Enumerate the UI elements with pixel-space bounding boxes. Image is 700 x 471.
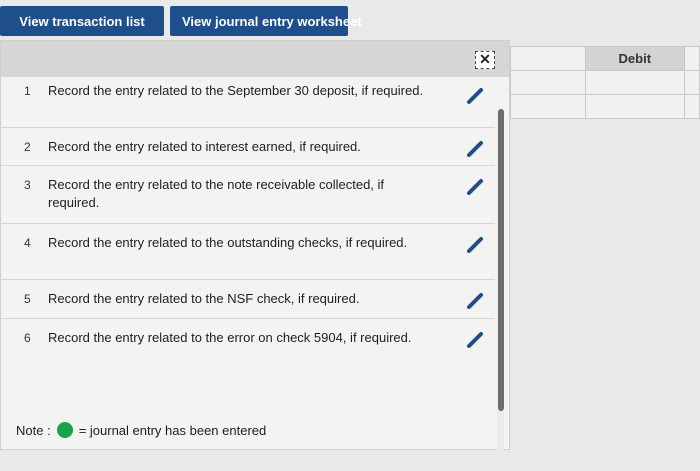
pencil-icon[interactable] bbox=[466, 138, 486, 158]
row-text: Record the entry related to the outstand… bbox=[48, 235, 408, 250]
row-number: 5 bbox=[24, 292, 31, 306]
grid-cell[interactable] bbox=[584, 94, 686, 119]
pencil-icon[interactable] bbox=[466, 176, 486, 196]
journal-grid: Debit bbox=[510, 46, 700, 119]
panel-header: ✕ bbox=[1, 41, 509, 77]
grid-cell[interactable] bbox=[584, 70, 686, 95]
list-item[interactable]: 4 Record the entry related to the outsta… bbox=[0, 224, 495, 280]
entered-indicator-icon bbox=[56, 422, 73, 438]
view-journal-entry-worksheet-button[interactable]: View journal entry worksheet bbox=[170, 6, 362, 36]
note-text: = journal entry has been entered bbox=[78, 422, 267, 438]
row-number: 3 bbox=[24, 178, 31, 192]
row-text: Record the entry related to interest ear… bbox=[48, 139, 361, 154]
row-text: Record the entry related to the note rec… bbox=[48, 177, 385, 210]
pencil-icon[interactable] bbox=[466, 234, 486, 254]
row-text: Record the entry related to the Septembe… bbox=[48, 83, 424, 98]
grid-cell[interactable] bbox=[684, 94, 700, 119]
list-item[interactable]: 5 Record the entry related to the NSF ch… bbox=[0, 280, 495, 319]
tab-bar: View transaction list View journal entry… bbox=[0, 6, 362, 36]
grid-header-cell bbox=[510, 46, 586, 71]
transaction-list: 1 Record the entry related to the Septem… bbox=[0, 75, 495, 375]
list-item[interactable]: 6 Record the entry related to the error … bbox=[0, 319, 495, 375]
row-number: 1 bbox=[24, 84, 31, 98]
grid-cell[interactable] bbox=[684, 70, 700, 95]
note-label: Note : bbox=[16, 422, 51, 438]
row-number: 2 bbox=[24, 140, 31, 154]
debit-column-header: Debit bbox=[584, 46, 686, 71]
view-transaction-list-button[interactable]: View transaction list bbox=[0, 6, 164, 36]
scrollbar-thumb[interactable] bbox=[498, 109, 504, 411]
row-number: 6 bbox=[24, 331, 31, 345]
row-text: Record the entry related to the NSF chec… bbox=[48, 291, 360, 306]
pencil-icon[interactable] bbox=[466, 290, 486, 310]
close-icon[interactable]: ✕ bbox=[475, 51, 495, 69]
pencil-icon[interactable] bbox=[466, 329, 486, 349]
list-item[interactable]: 1 Record the entry related to the Septem… bbox=[0, 75, 495, 128]
row-number: 4 bbox=[24, 236, 31, 250]
list-item[interactable]: 3 Record the entry related to the note r… bbox=[0, 166, 495, 224]
list-item[interactable]: 2 Record the entry related to interest e… bbox=[0, 128, 495, 166]
grid-cell[interactable] bbox=[510, 70, 586, 95]
row-text: Record the entry related to the error on… bbox=[48, 330, 412, 345]
legend-note: Note : = journal entry has been entered bbox=[16, 422, 266, 438]
grid-cell[interactable] bbox=[510, 94, 586, 119]
pencil-icon[interactable] bbox=[466, 85, 486, 105]
grid-header-cell bbox=[684, 46, 700, 71]
